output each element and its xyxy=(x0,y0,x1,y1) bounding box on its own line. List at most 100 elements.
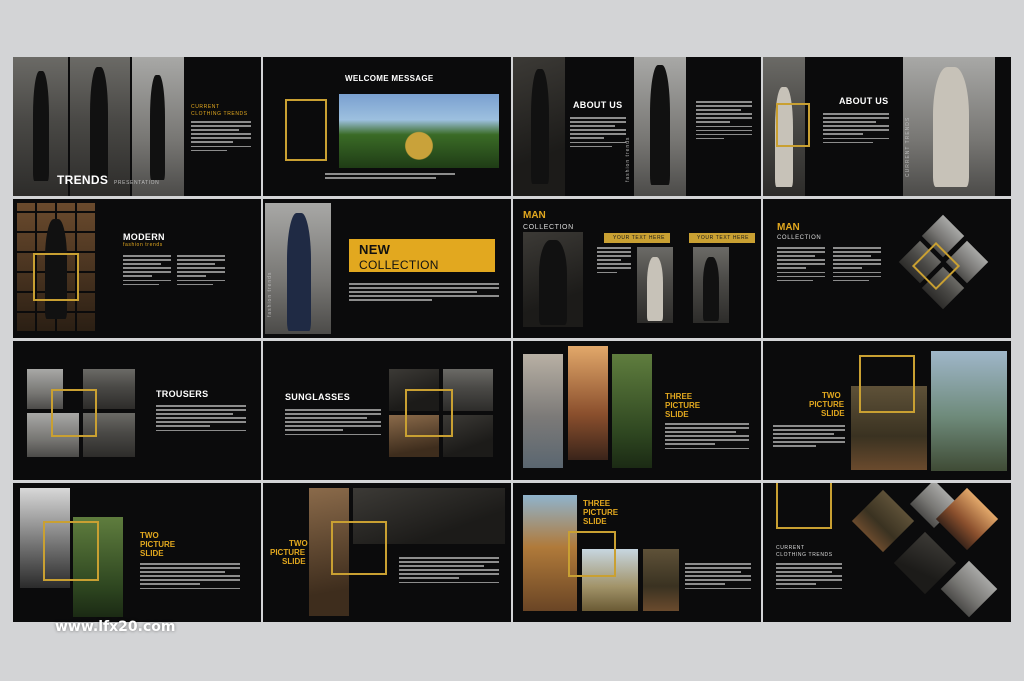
body-text-lines xyxy=(696,101,752,142)
trends-title: TRENDS xyxy=(57,173,109,187)
slide-grid: TRENDS PRESENTATION CURRENT CLOTHING TRE… xyxy=(13,57,1012,623)
photo-man-coat xyxy=(523,232,583,327)
slide-title: SLIDE xyxy=(821,409,845,418)
slide-about-us-1[interactable]: ABOUT US fashion trends xyxy=(513,57,761,196)
slide-welcome[interactable]: WELCOME MESSAGE xyxy=(263,57,511,196)
body-text-lines xyxy=(123,255,171,288)
picture-title: PICTURE xyxy=(140,540,176,549)
slide-title: SLIDE xyxy=(282,557,306,566)
body-text-lines xyxy=(776,563,842,592)
clothing-trends-label: CLOTHING TRENDS xyxy=(776,552,833,558)
body-text-lines xyxy=(177,255,225,288)
photo-woman-beach xyxy=(523,354,563,468)
body-text-lines xyxy=(570,117,626,150)
gold-frame xyxy=(33,253,79,301)
vertical-label: fashion trends xyxy=(267,271,273,317)
photo-woman-field xyxy=(612,354,652,468)
slide-new-collection[interactable]: fashion trends NEW COLLECTION xyxy=(263,199,511,338)
body-text-lines xyxy=(777,247,825,284)
photo-man-jacket xyxy=(634,57,686,196)
two-title: TWO xyxy=(289,539,308,548)
welcome-title: WELCOME MESSAGE xyxy=(345,74,434,83)
body-text-lines xyxy=(325,173,455,181)
slide-two-picture-2[interactable]: TWO PICTURE SLIDE xyxy=(13,483,261,622)
three-title: THREE xyxy=(583,499,611,508)
slide-modern[interactable]: MODERN fashion trends xyxy=(13,199,261,338)
slide-current-trends[interactable]: CURRENT CLOTHING TRENDS xyxy=(763,483,1011,622)
gold-frame xyxy=(859,355,915,413)
trends-subtitle: PRESENTATION xyxy=(114,180,160,186)
gold-frame xyxy=(51,389,97,437)
body-text-lines xyxy=(823,113,889,146)
body-text-lines xyxy=(665,423,749,452)
slide-about-us-2[interactable]: ABOUT US CURRENT TRENDS xyxy=(763,57,1011,196)
tag-2-label: YOUR TEXT HERE xyxy=(697,235,750,241)
slide-man-collection-2[interactable]: MAN COLLECTION xyxy=(763,199,1011,338)
man-title: MAN xyxy=(523,210,546,221)
tag-1-label: YOUR TEXT HERE xyxy=(613,235,666,241)
trousers-title: TROUSERS xyxy=(156,389,209,399)
picture-title: PICTURE xyxy=(809,400,845,409)
picture-title: PICTURE xyxy=(270,548,306,557)
slide-man-collection-1[interactable]: MAN COLLECTION YOUR TEXT HERE YOUR TEXT … xyxy=(513,199,761,338)
picture-title: PICTURE xyxy=(665,401,701,410)
collection-label: COLLECTION xyxy=(523,224,574,231)
slide-three-picture-1[interactable]: THREE PICTURE SLIDE xyxy=(513,341,761,480)
clothing-trends-label: CLOTHING TRENDS xyxy=(191,111,248,117)
gold-frame xyxy=(43,521,99,581)
watermark: www.lfx20.com xyxy=(55,619,176,635)
photo-man-seated xyxy=(903,57,995,196)
gold-frame xyxy=(405,389,453,437)
body-text-lines xyxy=(685,563,751,592)
body-text-lines xyxy=(833,247,881,284)
body-text-lines xyxy=(597,247,631,276)
gold-frame xyxy=(776,103,810,147)
photo-woman-sunset xyxy=(568,346,608,460)
photo-diamond-1 xyxy=(851,489,915,553)
body-text-lines xyxy=(399,557,499,586)
three-title: THREE xyxy=(665,392,693,401)
slide-three-picture-2[interactable]: THREE PICTURE SLIDE xyxy=(513,483,761,622)
about-us-title: ABOUT US xyxy=(839,96,889,106)
slide-sunglasses[interactable]: SUNGLASSES xyxy=(263,341,511,480)
photo-woman-road xyxy=(931,351,1007,471)
slide-two-picture-1[interactable]: TWO PICTURE SLIDE xyxy=(763,341,1011,480)
collection-title: COLLECTION xyxy=(359,258,439,272)
two-title: TWO xyxy=(140,531,159,540)
photo-pineapple xyxy=(339,94,499,168)
photo-man-shop xyxy=(637,247,673,323)
photo-man-shirt xyxy=(265,203,331,334)
slide-trends[interactable]: TRENDS PRESENTATION CURRENT CLOTHING TRE… xyxy=(13,57,261,196)
vertical-label: CURRENT TRENDS xyxy=(905,116,911,177)
body-text-lines xyxy=(349,283,499,303)
about-us-title: ABOUT US xyxy=(573,100,623,110)
body-text-lines xyxy=(156,405,246,434)
body-text-lines xyxy=(191,121,251,154)
gold-frame xyxy=(285,99,327,161)
new-title: NEW xyxy=(359,242,391,257)
body-text-lines xyxy=(773,425,845,450)
gold-frame xyxy=(331,521,387,575)
collection-label: COLLECTION xyxy=(777,235,822,241)
vertical-label: fashion trends xyxy=(625,136,631,182)
current-label: CURRENT xyxy=(776,545,805,551)
man-title: MAN xyxy=(777,222,800,233)
body-text-lines xyxy=(285,409,381,438)
slide-title: SLIDE xyxy=(140,549,164,558)
picture-title: PICTURE xyxy=(583,508,619,517)
body-text-lines xyxy=(140,563,240,592)
photo-men-street-3 xyxy=(132,57,184,196)
sunglasses-title: SUNGLASSES xyxy=(285,392,351,402)
modern-subtitle: fashion trends xyxy=(123,242,163,248)
modern-title: MODERN xyxy=(123,232,165,242)
gold-frame xyxy=(776,483,832,529)
two-title: TWO xyxy=(822,391,841,400)
current-label: CURRENT xyxy=(191,104,220,110)
slide-two-picture-3[interactable]: TWO PICTURE SLIDE xyxy=(263,483,511,622)
slide-title: SLIDE xyxy=(665,410,689,419)
slide-trousers[interactable]: TROUSERS xyxy=(13,341,261,480)
gold-frame xyxy=(568,531,616,577)
photo-man-street xyxy=(693,247,729,323)
photo-man-hat xyxy=(513,57,565,196)
slide-title: SLIDE xyxy=(583,517,607,526)
